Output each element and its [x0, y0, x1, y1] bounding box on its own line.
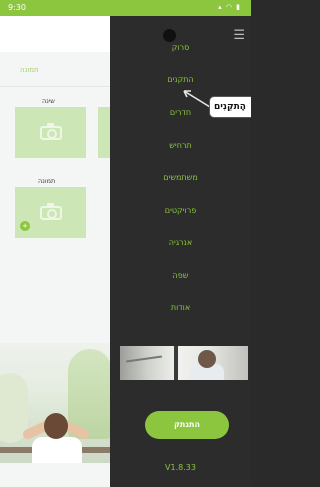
profile-icon[interactable]: [163, 29, 176, 42]
menu-item-projects[interactable]: פרויקטים: [110, 206, 251, 215]
camera-icon: [39, 122, 62, 140]
room-tile[interactable]: [15, 107, 86, 158]
menu-icon[interactable]: ☰: [233, 28, 245, 43]
menu-item-scan[interactable]: סרוק: [110, 43, 251, 52]
section-subtitle: תמונה: [20, 66, 39, 74]
lamp-shape: [126, 355, 162, 363]
camera-icon: [39, 202, 62, 220]
menu-item-energy[interactable]: אנרגיה: [110, 238, 251, 247]
person-head: [44, 413, 68, 439]
menu-item-users[interactable]: משתמשים: [110, 173, 251, 182]
tile-label: שינה: [42, 97, 55, 105]
version-label: V1.8.33: [165, 463, 196, 472]
disconnect-button[interactable]: התנתק: [145, 411, 229, 439]
menu-item-devices[interactable]: התקנים: [110, 75, 251, 84]
background-photo: [0, 343, 120, 463]
person-shirt: [32, 437, 82, 463]
add-icon[interactable]: +: [20, 221, 30, 231]
status-time: 9:30: [8, 3, 26, 12]
image-divider: [174, 346, 178, 380]
menu-item-about[interactable]: אודות: [110, 303, 251, 312]
menu-item-language[interactable]: שפה: [110, 271, 251, 280]
status-bar: 9:30 ▴ ◠ ▮: [0, 0, 251, 16]
callout-label: הֶתקֵנִים: [209, 96, 251, 118]
promo-image: [120, 346, 248, 380]
person-head: [198, 350, 216, 368]
menu-item-scenario[interactable]: תרחיש: [110, 141, 251, 150]
status-icons: ▴ ◠ ▮: [218, 3, 241, 11]
callout-arrow: [183, 90, 211, 108]
tile-label: תמונה: [38, 177, 56, 185]
